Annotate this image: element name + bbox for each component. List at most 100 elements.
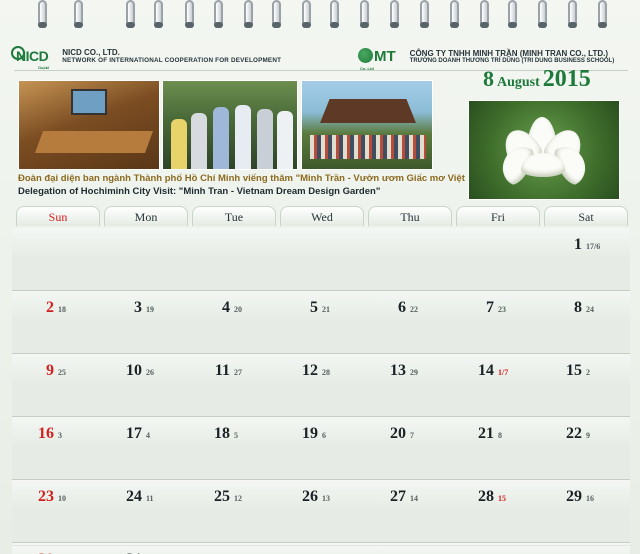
- photo-meeting-room: [18, 80, 160, 170]
- day-number: 12: [302, 362, 318, 379]
- binding-hole: [390, 22, 399, 28]
- day-cell[interactable]: 3118: [100, 545, 188, 554]
- lunar-date: 3: [58, 431, 62, 440]
- day-number: 16: [38, 425, 54, 442]
- binding-hole: [480, 22, 489, 28]
- day-cell[interactable]: 15 2: [540, 356, 628, 386]
- day-cell[interactable]: 22 9: [540, 419, 628, 449]
- day-cell[interactable]: 5 21: [276, 293, 364, 323]
- lunar-date: 29: [410, 368, 418, 377]
- day-number: 7: [486, 299, 494, 316]
- binding-hole: [214, 22, 223, 28]
- minhtran-logo: MT Co.,Ltd: [358, 47, 396, 71]
- lunar-date: 11: [146, 494, 154, 503]
- title-year: 2015: [542, 66, 591, 92]
- day-number: 10: [126, 362, 142, 379]
- day-cell[interactable]: 26 13: [276, 482, 364, 512]
- day-cell[interactable]: 12 28: [276, 356, 364, 386]
- lunar-date: 22: [410, 305, 418, 314]
- day-cell[interactable]: 27 14: [364, 482, 452, 512]
- lunar-date: 4: [146, 431, 150, 440]
- day-cell[interactable]: 16 3: [12, 419, 100, 449]
- day-cell[interactable]: 23 10: [12, 482, 100, 512]
- day-cell[interactable]: 4 20: [188, 293, 276, 323]
- day-cell[interactable]: 28 15: [452, 482, 540, 512]
- day-cell[interactable]: 10 26: [100, 356, 188, 386]
- week-row: 2 18 3 19 4 20 5 21 6 22 7 23 8 24: [12, 291, 630, 354]
- binding-hole: [38, 22, 47, 28]
- day-cell[interactable]: 1 17/6: [540, 230, 628, 260]
- day-number: 3: [134, 299, 142, 316]
- binding-hole: [360, 22, 369, 28]
- day-number: 4: [222, 299, 230, 316]
- day-number: 19: [302, 425, 318, 442]
- lunar-date: 15: [498, 494, 506, 503]
- binding-hole: [450, 22, 459, 28]
- day-cell[interactable]: 8 24: [540, 293, 628, 323]
- day-number: 21: [478, 425, 494, 442]
- day-cell[interactable]: 24 11: [100, 482, 188, 512]
- day-cell[interactable]: 6 22: [364, 293, 452, 323]
- minhtran-header: MT Co.,Ltd CÔNG TY TNHH MINH TRẦN (MINH …: [358, 44, 615, 71]
- day-cell[interactable]: 13 29: [364, 356, 452, 386]
- lunar-date: 2: [586, 368, 590, 377]
- spiral-binding: [0, 0, 640, 30]
- day-cell[interactable]: 17 4: [100, 419, 188, 449]
- weekday-header-mon: Mon: [104, 206, 188, 226]
- day-cell[interactable]: 218: [452, 419, 540, 449]
- day-cell[interactable]: 3017: [12, 545, 100, 554]
- lunar-date: 23: [498, 305, 506, 314]
- day-number: 28: [478, 488, 494, 505]
- lunar-date: 5: [234, 431, 238, 440]
- minhtran-company-subtitle: TRƯỜNG DOANH THƯƠNG TRÍ DŨNG (TRI DUNG B…: [409, 57, 615, 64]
- binding-hole: [538, 22, 547, 28]
- lunar-date: 1/7: [498, 368, 509, 377]
- lunar-date: 13: [322, 494, 330, 503]
- nicd-company-name: NICD CO., LTD.: [62, 48, 120, 57]
- photo-group-house: [301, 80, 433, 170]
- nicd-header: NICD Co.,Ltd NICD CO., LTD. NETWORK OF I…: [11, 44, 282, 70]
- day-cell[interactable]: 14 1/7: [452, 356, 540, 386]
- day-number: 26: [302, 488, 318, 505]
- day-number: 18: [214, 425, 230, 442]
- lunar-date: 12: [234, 494, 242, 503]
- binding-hole: [598, 22, 607, 28]
- caption-vietnamese: Đoàn đại diện ban ngành Thành phố Hồ Chí…: [18, 173, 493, 184]
- day-cell[interactable]: 11 27: [188, 356, 276, 386]
- day-cell[interactable]: 19 6: [276, 419, 364, 449]
- day-cell[interactable]: 3 19: [100, 293, 188, 323]
- nicd-company-subtitle: NETWORK OF INTERNATIONAL COOPERATION FOR…: [62, 57, 282, 64]
- day-cell[interactable]: 25 12: [188, 482, 276, 512]
- lunar-date: 14: [410, 494, 418, 503]
- lunar-date: 20: [234, 305, 242, 314]
- binding-hole: [302, 22, 311, 28]
- binding-hole: [272, 22, 281, 28]
- binding-hole: [126, 22, 135, 28]
- day-number: 22: [566, 425, 582, 442]
- binding-hole: [185, 22, 194, 28]
- day-number: 14: [478, 362, 494, 379]
- day-cell[interactable]: 18 5: [188, 419, 276, 449]
- day-cell[interactable]: 7 23: [452, 293, 540, 323]
- day-number: 13: [390, 362, 406, 379]
- day-number: 20: [390, 425, 406, 442]
- binding-hole: [330, 22, 339, 28]
- lunar-date: 17/6: [586, 242, 601, 251]
- day-cell[interactable]: 29 16: [540, 482, 628, 512]
- lunar-date: 21: [322, 305, 330, 314]
- lunar-date: 25: [58, 368, 66, 377]
- binding-hole: [154, 22, 163, 28]
- day-number: 17: [126, 425, 142, 442]
- weekday-header-tue: Tue: [192, 206, 276, 226]
- caption-english: Delegation of Hochiminh City Visit: "Min…: [18, 186, 381, 197]
- day-cell[interactable]: 20 7: [364, 419, 452, 449]
- day-cell[interactable]: 218: [12, 293, 100, 323]
- title-month: August: [497, 75, 540, 90]
- calendar-grid: 1 17/6 2 18 3 19 4 20 5 21 6 22 7 23 8 24 9 25 10 26 11 27 12 2…: [12, 206, 630, 554]
- lotus-flower-image: [468, 100, 620, 200]
- binding-hole: [508, 22, 517, 28]
- month-title: 8 August 2015: [483, 66, 591, 93]
- day-number: 27: [390, 488, 406, 505]
- day-cell[interactable]: 9 25: [12, 356, 100, 386]
- weekday-header-thu: Thu: [368, 206, 452, 226]
